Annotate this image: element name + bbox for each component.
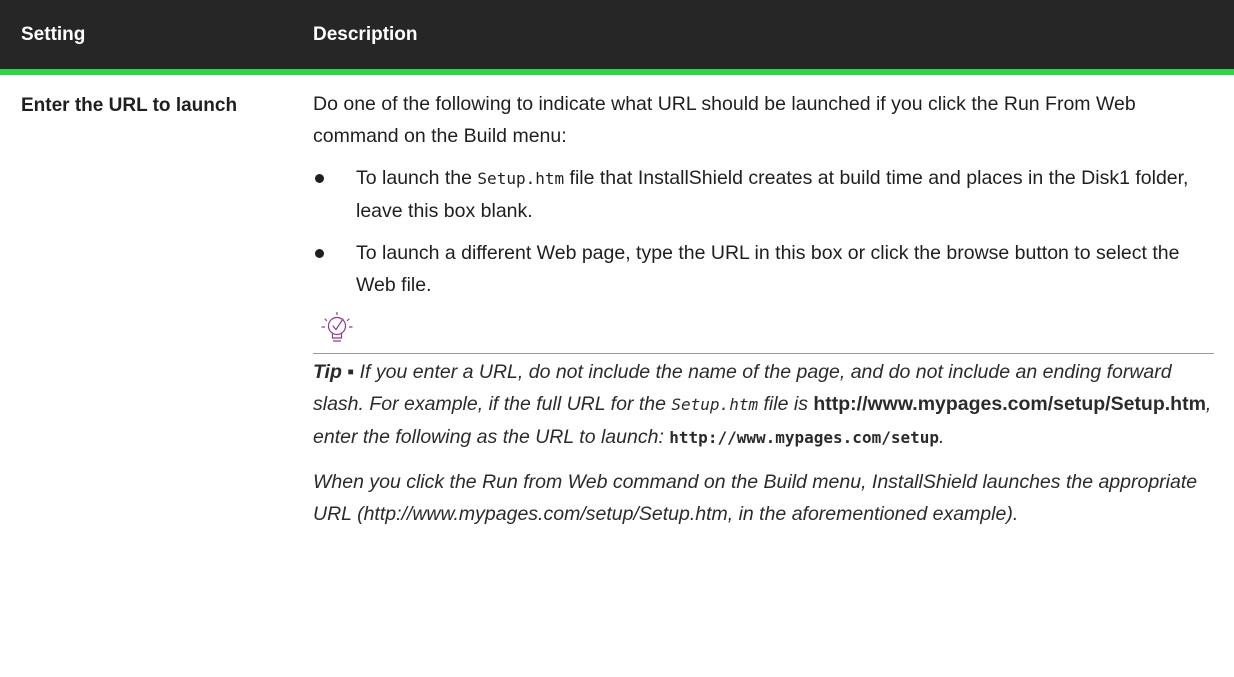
table-header: Setting Description — [0, 0, 1234, 75]
list-item: To launch the Setup.htm file that Instal… — [313, 162, 1214, 227]
bullet2-text: To launch a different Web page, type the… — [356, 242, 1180, 296]
tip-icon-wrap — [313, 311, 1214, 351]
tip-label: Tip — [313, 361, 342, 383]
tip-code1: Setup.htm — [671, 395, 759, 414]
tip-paragraph-2: When you click the Run from Web command … — [313, 471, 1198, 525]
tip-code2: http://www.mypages.com/setup — [669, 428, 939, 447]
bullet1-pre: To launch the — [356, 167, 478, 189]
tip-divider — [313, 353, 1214, 354]
tip-text2: file is — [758, 393, 814, 415]
tip-bold-url: http://www.mypages.com/setup/Setup.htm — [813, 393, 1206, 415]
description-cell: Do one of the following to indicate what… — [292, 88, 1234, 530]
settings-table: Setting Description Enter the URL to lau… — [0, 0, 1234, 530]
list-item: To launch a different Web page, type the… — [313, 237, 1214, 301]
options-list: To launch the Setup.htm file that Instal… — [313, 162, 1214, 301]
lightbulb-check-icon — [321, 311, 353, 342]
tip-text4: . — [939, 426, 945, 448]
setting-name: Enter the URL to launch — [21, 95, 238, 116]
tip-note: Tip ▪ If you enter a URL, do not include… — [313, 356, 1214, 530]
bullet-icon — [315, 174, 324, 183]
intro-text: Do one of the following to indicate what… — [313, 93, 1136, 147]
tip-separator: ▪ — [341, 361, 360, 383]
bullet-icon — [315, 249, 324, 258]
table-row: Enter the URL to launch Do one of the fo… — [0, 75, 1234, 530]
bullet1-code: Setup.htm — [477, 169, 565, 188]
header-description: Description — [313, 23, 418, 45]
tip-paragraph: Tip ▪ If you enter a URL, do not include… — [313, 356, 1214, 454]
header-setting: Setting — [21, 23, 86, 45]
